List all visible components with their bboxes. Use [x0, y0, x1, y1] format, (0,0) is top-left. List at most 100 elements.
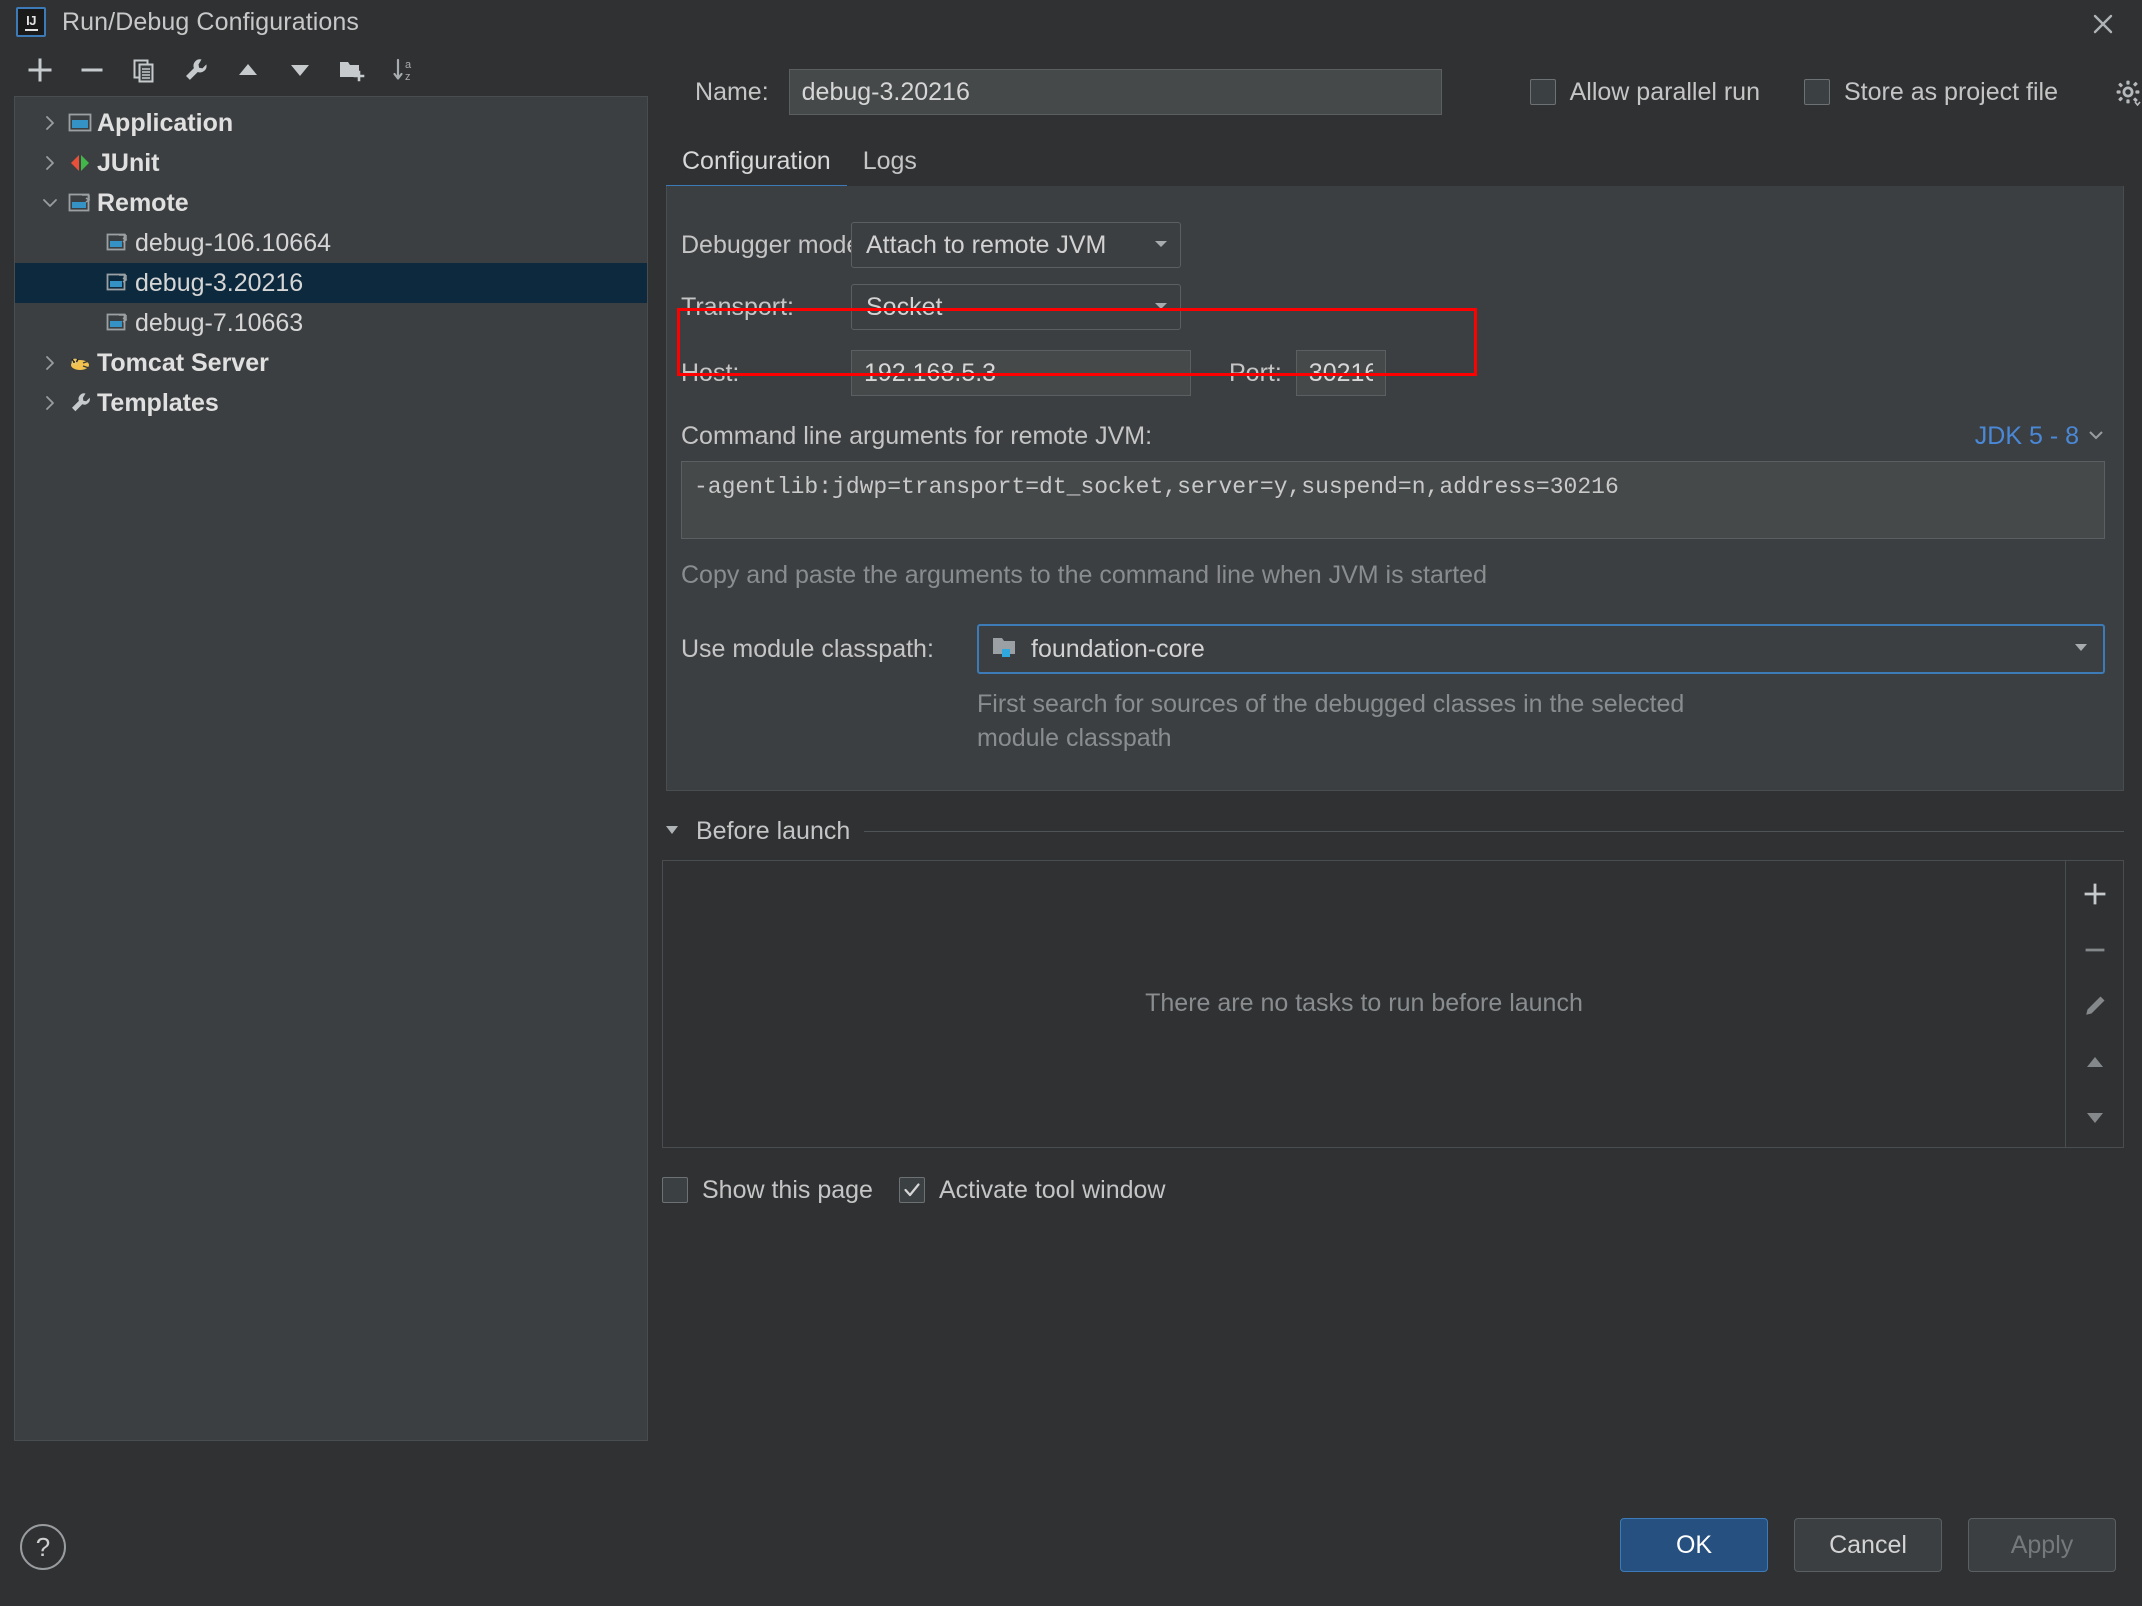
transport-select[interactable]: Socket	[851, 284, 1181, 330]
store-as-project-file-label: Store as project file	[1844, 77, 2058, 106]
tree-item-label: Application	[97, 108, 234, 137]
before-launch-divider	[864, 830, 2124, 832]
before-launch-toolbar	[2065, 860, 2123, 1147]
move-task-up-button[interactable]	[2072, 1041, 2118, 1083]
tree-item-remote[interactable]: Remote	[15, 183, 647, 223]
host-input[interactable]	[851, 350, 1191, 396]
edit-task-button[interactable]	[2072, 985, 2118, 1027]
cancel-button[interactable]: Cancel	[1794, 1518, 1942, 1572]
before-launch-task-list[interactable]: There are no tasks to run before launch	[662, 859, 2124, 1148]
checkbox-box	[1529, 79, 1556, 105]
move-task-down-button[interactable]	[2072, 1097, 2118, 1139]
tree-item-label: Templates	[97, 388, 219, 417]
remote-config-icon	[101, 310, 135, 336]
tree-toolbar: a z	[0, 44, 648, 96]
gear-icon[interactable]	[2114, 78, 2142, 106]
chevron-right-icon[interactable]	[37, 155, 63, 171]
activate-tool-window-label: Activate tool window	[938, 1175, 1166, 1204]
tree-item-templates[interactable]: Templates	[15, 383, 647, 423]
host-port-row: Host: Port:	[667, 338, 2123, 408]
chevron-right-icon[interactable]	[37, 355, 63, 371]
module-classpath-value: foundation-core	[1031, 634, 1205, 663]
sort-configurations-button[interactable]: a z	[378, 47, 430, 93]
chevron-down-icon	[1152, 293, 1170, 322]
store-as-project-file-checkbox[interactable]: Store as project file	[1804, 78, 2058, 107]
tree-item-junit[interactable]: JUnit	[15, 143, 647, 183]
configuration-form-panel: Debugger mode: Attach to remote JVM Tran…	[666, 186, 2124, 791]
module-classpath-label: Use module classpath:	[681, 634, 934, 663]
dialog-footer: ? OK Cancel Apply	[0, 1496, 2142, 1606]
remote-icon	[63, 190, 97, 216]
tree-item-label: JUnit	[97, 148, 160, 177]
add-task-button[interactable]	[2072, 873, 2118, 915]
debugger-mode-select[interactable]: Attach to remote JVM	[851, 222, 1181, 268]
port-input[interactable]	[1295, 350, 1386, 396]
allow-parallel-run-checkbox[interactable]: Allow parallel run	[1529, 77, 1760, 107]
tree-item-label: debug-106.10664	[135, 228, 332, 257]
window-title: Run/Debug Configurations	[62, 7, 360, 36]
remove-configuration-button[interactable]	[66, 47, 118, 93]
intellij-logo-bar	[24, 28, 38, 31]
collapse-triangle-icon[interactable]	[662, 817, 682, 846]
ok-button[interactable]: OK	[1620, 1518, 1768, 1572]
intellij-logo-text: IJ	[26, 12, 36, 28]
remove-task-button[interactable]	[2072, 929, 2118, 971]
command-line-arguments-value[interactable]: -agentlib:jdwp=transport=dt_socket,serve…	[681, 461, 2105, 539]
tree-item-debug-106-10664[interactable]: debug-106.10664	[15, 223, 647, 263]
module-folder-icon	[991, 632, 1019, 667]
tab-configuration[interactable]: Configuration	[666, 147, 847, 190]
help-button[interactable]: ?	[20, 1524, 66, 1570]
svg-text:a: a	[405, 59, 412, 71]
configurations-tree[interactable]: Application JUnit Remote debug-106.10664…	[14, 96, 648, 1441]
chevron-right-icon[interactable]	[37, 115, 63, 131]
tab-logs[interactable]: Logs	[847, 147, 933, 186]
remote-config-icon	[101, 230, 135, 256]
move-up-button[interactable]	[222, 47, 274, 93]
jdk-version-label: JDK 5 - 8	[1974, 422, 2079, 450]
command-line-arguments-label: Command line arguments for remote JVM:	[681, 422, 1153, 450]
junit-icon	[63, 150, 97, 176]
tree-item-application[interactable]: Application	[15, 103, 647, 143]
move-down-button[interactable]	[274, 47, 326, 93]
edit-templates-button[interactable]	[170, 47, 222, 93]
port-label: Port:	[1229, 358, 1282, 387]
remote-config-icon	[101, 270, 135, 296]
transport-label: Transport:	[681, 292, 795, 321]
close-icon[interactable]	[2086, 7, 2120, 41]
chevron-right-icon[interactable]	[37, 395, 63, 411]
editor-tabs: Configuration Logs	[648, 134, 2142, 190]
tree-item-label: Remote	[97, 188, 189, 217]
debugger-mode-value: Attach to remote JVM	[866, 230, 1107, 259]
tree-item-debug-3-20216[interactable]: debug-3.20216	[15, 263, 647, 303]
svg-text:z: z	[405, 71, 411, 83]
command-line-arguments-hint: Copy and paste the arguments to the comm…	[681, 561, 1487, 589]
tree-item-label: debug-3.20216	[135, 268, 304, 297]
allow-parallel-run-label: Allow parallel run	[1569, 77, 1760, 106]
module-classpath-row: Use module classpath: foundation-core	[667, 624, 2123, 674]
host-label: Host:	[681, 358, 740, 387]
window-titlebar: IJ Run/Debug Configurations	[0, 0, 2142, 44]
checkbox-box	[1804, 79, 1830, 105]
new-folder-button[interactable]	[326, 47, 378, 93]
before-launch-header[interactable]: Before launch	[662, 817, 2124, 846]
copy-configuration-button[interactable]	[118, 47, 170, 93]
checkbox-box	[662, 1177, 688, 1203]
tree-item-tomcat-server[interactable]: Tomcat Server	[15, 343, 647, 383]
jdk-version-selector[interactable]: JDK 5 - 8	[1975, 422, 2105, 451]
transport-value: Socket	[866, 292, 943, 321]
show-this-page-checkbox[interactable]: Show this page	[662, 1176, 873, 1205]
tree-item-label: Tomcat Server	[97, 348, 269, 377]
bottom-checkboxes: Show this page Activate tool window	[662, 1176, 2142, 1205]
before-launch-empty-text: There are no tasks to run before launch	[1145, 989, 1583, 1017]
name-input[interactable]	[788, 69, 1442, 115]
chevron-down-icon	[1152, 231, 1170, 260]
transport-row: Transport: Socket	[667, 276, 2123, 338]
chevron-down-icon[interactable]	[37, 195, 63, 211]
apply-button[interactable]: Apply	[1968, 1518, 2116, 1572]
tree-item-debug-7-10663[interactable]: debug-7.10663	[15, 303, 647, 343]
checkbox-box	[898, 1177, 925, 1203]
activate-tool-window-checkbox[interactable]: Activate tool window	[898, 1175, 1166, 1205]
dialog-buttons: OK Cancel Apply	[1620, 1518, 2116, 1572]
add-configuration-button[interactable]	[14, 47, 66, 93]
module-classpath-select[interactable]: foundation-core	[977, 624, 2105, 674]
